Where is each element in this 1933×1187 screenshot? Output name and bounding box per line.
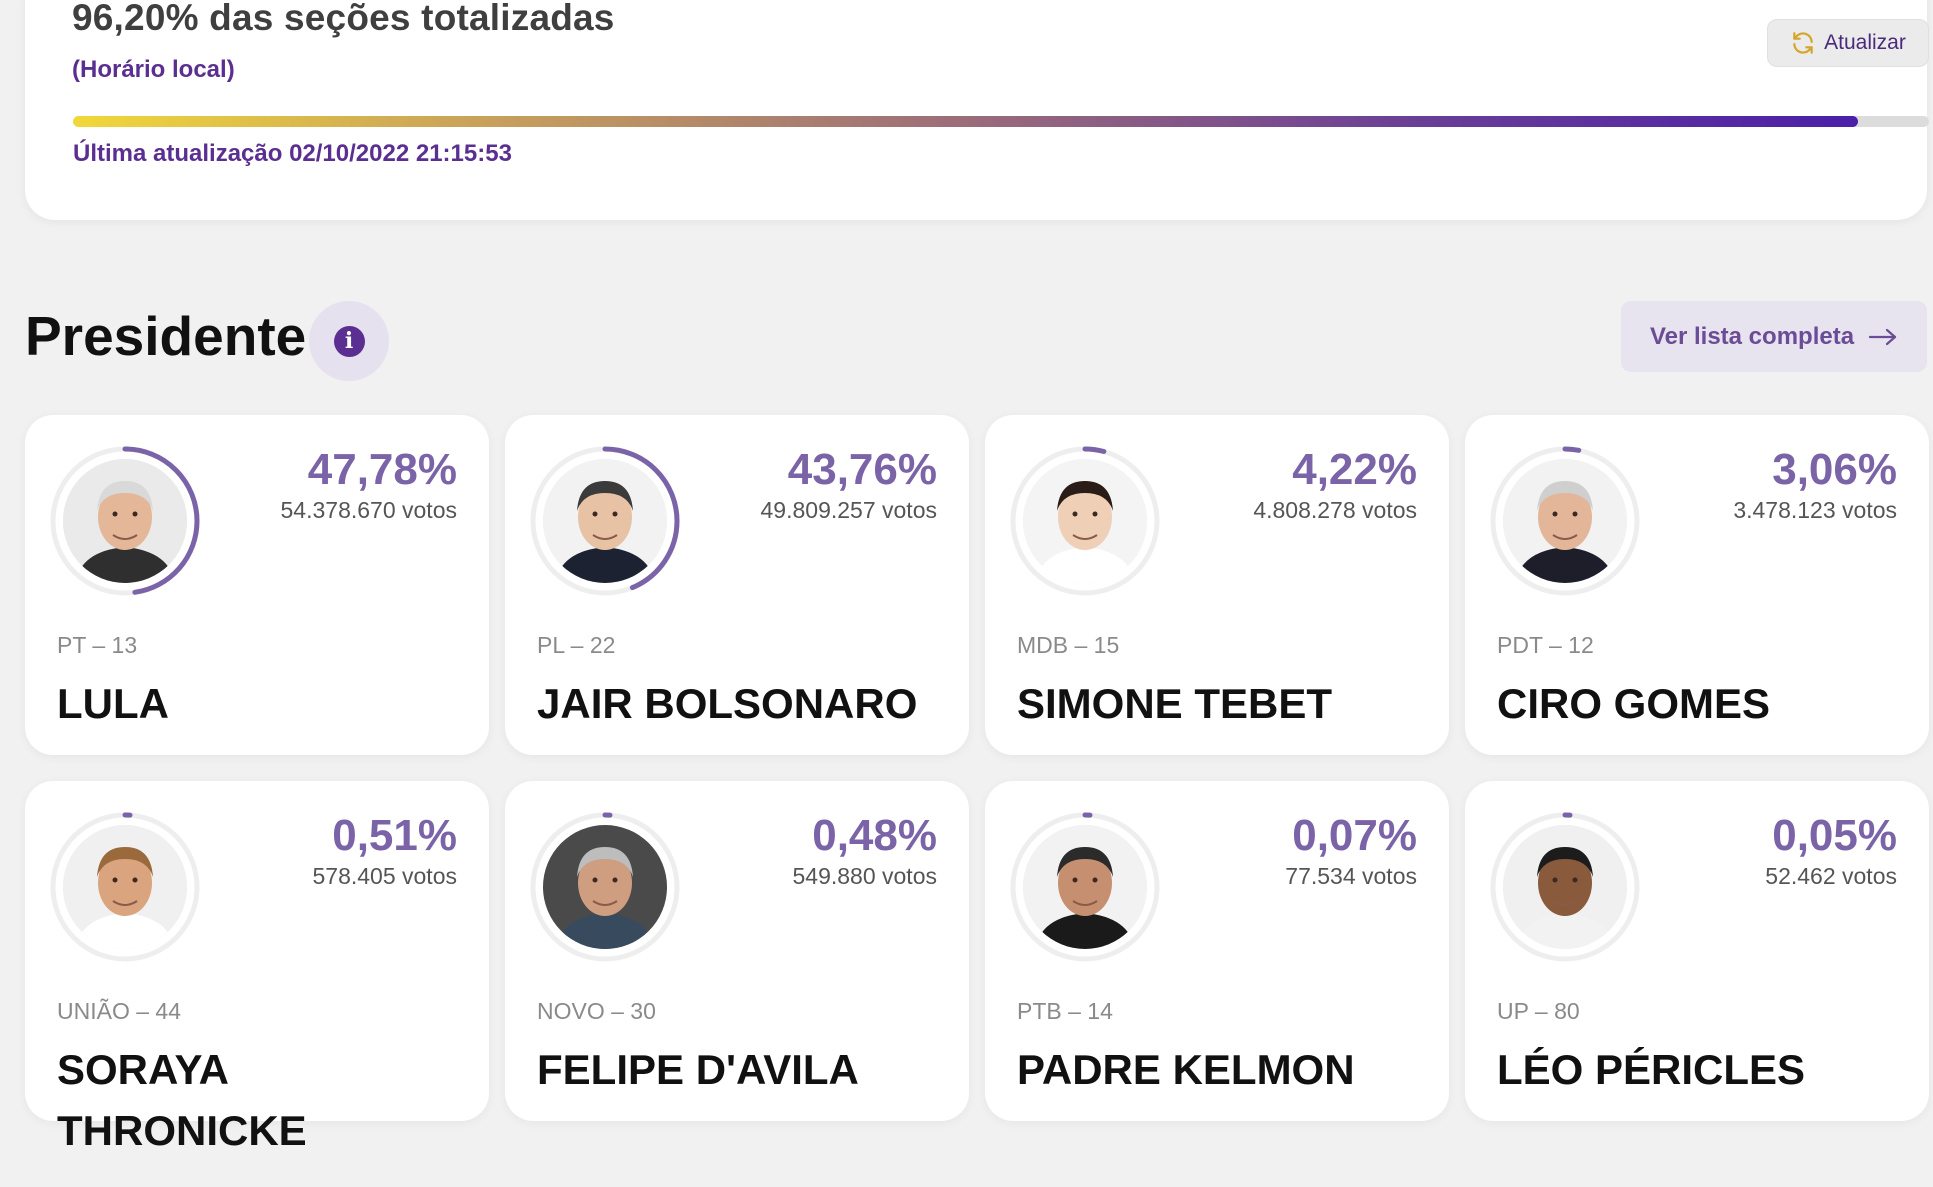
candidate-card[interactable]: 0,07% 77.534 votos PTB – 14 PADRE KELMON: [985, 781, 1449, 1121]
candidate-percent: 47,78%: [307, 445, 457, 494]
candidate-party: MDB – 15: [1017, 632, 1120, 658]
candidate-votes: 549.880 votos: [792, 863, 937, 889]
candidate-name: SORAYA THRONICKE: [57, 1046, 307, 1154]
candidate-photo: [543, 459, 667, 583]
candidate-card[interactable]: 47,78% 54.378.670 votos PT – 13 LULA: [25, 415, 489, 755]
candidate-percent: 0,51%: [332, 811, 457, 860]
section-title: Presidente: [25, 305, 307, 367]
candidate-card[interactable]: 43,76% 49.809.257 votos PL – 22 JAIR BOL…: [505, 415, 969, 755]
candidate-name: LULA: [57, 680, 169, 727]
candidate-votes: 49.809.257 votos: [760, 497, 937, 523]
candidate-avatar-ring: [1009, 811, 1161, 963]
totalization-title: 96,20% das seções totalizadas: [72, 0, 615, 38]
candidate-party: PL – 22: [537, 632, 616, 658]
candidate-percent: 0,05%: [1772, 811, 1897, 860]
candidate-name: FELIPE D'AVILA: [537, 1046, 859, 1093]
totalization-progress-bar: [73, 116, 1929, 127]
candidate-party: PDT – 12: [1497, 632, 1594, 658]
candidate-percent: 43,76%: [787, 445, 937, 494]
candidate-card[interactable]: 0,48% 549.880 votos NOVO – 30 FELIPE D'A…: [505, 781, 969, 1121]
local-time-label: (Horário local): [72, 56, 235, 83]
candidate-percent: 4,22%: [1292, 445, 1417, 494]
refresh-icon: [1793, 32, 1813, 54]
candidate-card[interactable]: 4,22% 4.808.278 votos MDB – 15 SIMONE TE…: [985, 415, 1449, 755]
candidate-party: UP – 80: [1497, 998, 1580, 1024]
refresh-label: Atualizar: [1824, 31, 1906, 54]
candidate-party: NOVO – 30: [537, 998, 656, 1024]
candidate-photo: [1023, 825, 1147, 949]
candidate-photo: [63, 825, 187, 949]
full-list-label: Ver lista completa: [1649, 322, 1855, 350]
candidate-avatar-ring: [1009, 445, 1161, 597]
candidate-card[interactable]: 0,51% 578.405 votos UNIÃO – 44 SORAYA TH…: [25, 781, 489, 1154]
candidate-votes: 4.808.278 votos: [1253, 497, 1417, 523]
candidate-avatar-ring: [529, 445, 681, 597]
candidate-card[interactable]: 0,05% 52.462 votos UP – 80 LÉO PÉRICLES: [1465, 781, 1929, 1121]
candidate-party: UNIÃO – 44: [57, 998, 181, 1024]
candidate-name: CIRO GOMES: [1497, 680, 1771, 727]
last-update-label: Última atualização 02/10/2022 21:15:53: [73, 140, 512, 167]
info-button[interactable]: i: [309, 301, 389, 381]
candidate-photo: [543, 825, 667, 949]
candidate-avatar-ring: [49, 445, 201, 597]
candidate-photo: [63, 459, 187, 583]
candidate-photo: [1023, 459, 1147, 583]
full-list-button[interactable]: Ver lista completa: [1621, 301, 1927, 372]
candidate-avatar-ring: [49, 811, 201, 963]
totalization-progress-fill: [73, 116, 1859, 127]
candidate-votes: 54.378.670 votos: [280, 497, 457, 523]
candidate-card[interactable]: 3,06% 3.478.123 votos PDT – 12 CIRO GOME…: [1465, 415, 1929, 755]
candidate-avatar-ring: [1489, 445, 1641, 597]
info-icon: i: [333, 325, 365, 357]
candidate-photo: [1503, 459, 1627, 583]
candidate-votes: 77.534 votos: [1285, 863, 1417, 889]
refresh-button[interactable]: Atualizar: [1767, 19, 1929, 67]
candidate-avatar-ring: [1489, 811, 1641, 963]
candidate-votes: 578.405 votos: [312, 863, 457, 889]
candidate-votes: 3.478.123 votos: [1733, 497, 1897, 523]
totalization-status-card: 96,20% das seções totalizadas (Horário l…: [25, 0, 1929, 220]
candidate-votes: 52.462 votos: [1765, 863, 1897, 889]
candidate-name: LÉO PÉRICLES: [1497, 1046, 1806, 1093]
candidate-party: PTB – 14: [1017, 998, 1113, 1024]
arrow-right-icon: [1868, 328, 1897, 345]
candidate-percent: 0,07%: [1292, 811, 1417, 860]
candidate-name: PADRE KELMON: [1017, 1046, 1355, 1093]
candidate-party: PT – 13: [57, 632, 138, 658]
candidate-photo: [1503, 825, 1627, 949]
candidate-percent: 3,06%: [1772, 445, 1897, 494]
candidate-name: SIMONE TEBET: [1017, 680, 1333, 727]
candidate-name: JAIR BOLSONARO: [537, 680, 918, 727]
candidate-percent: 0,48%: [812, 811, 937, 860]
candidate-avatar-ring: [529, 811, 681, 963]
